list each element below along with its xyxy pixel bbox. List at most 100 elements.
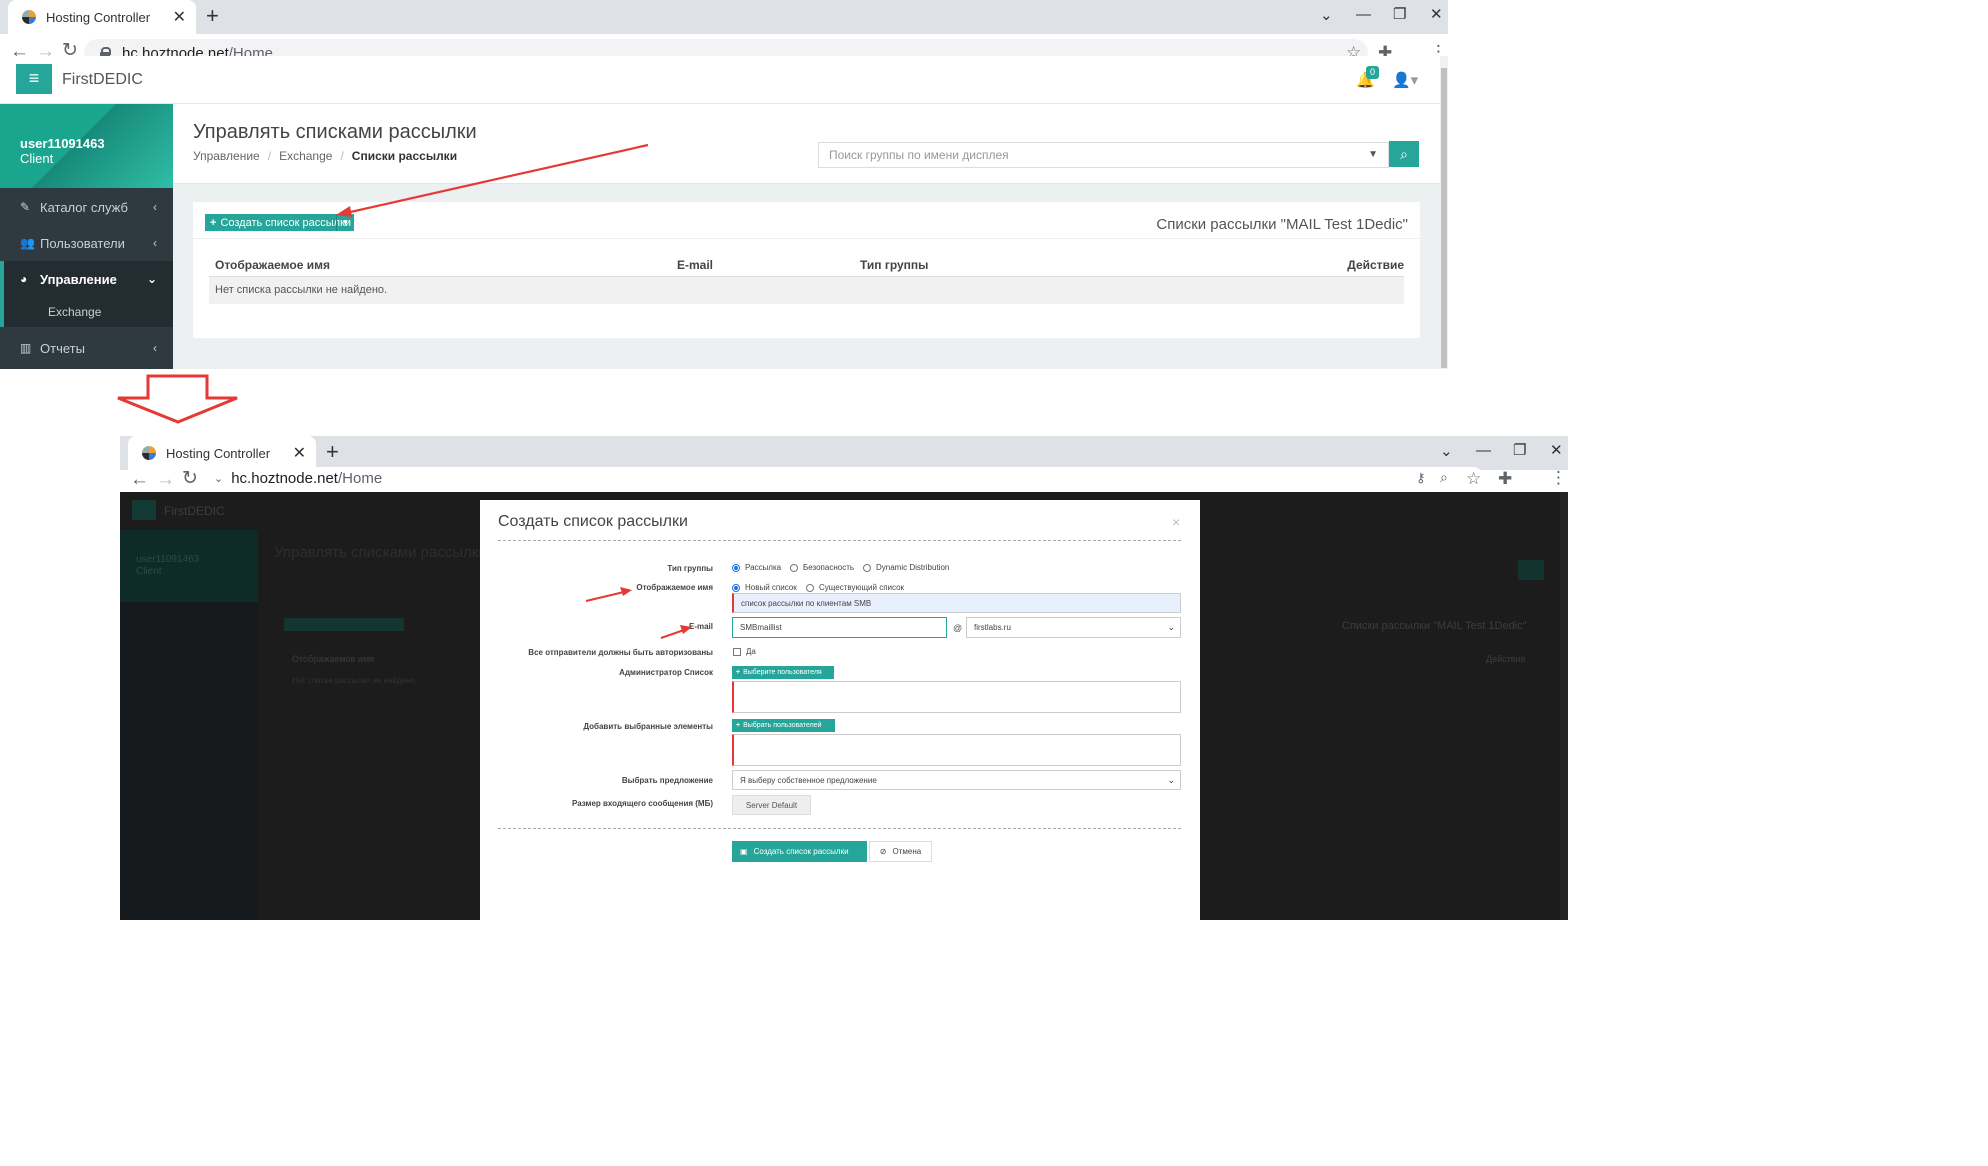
close-window-icon[interactable]: ✕ [1550, 441, 1563, 459]
dimmed-create-button [284, 618, 404, 631]
breadcrumb-item[interactable]: Exchange [279, 149, 332, 163]
url-field[interactable]: ⌄ hc.hoztnode.net/Home [204, 467, 1484, 489]
admin-list-box[interactable] [732, 681, 1181, 713]
zoom-icon[interactable]: ⌕ [1440, 470, 1448, 484]
restore-icon[interactable]: ❐ [1513, 441, 1526, 459]
browser-tab[interactable]: Hosting Controller ✕ [128, 436, 316, 470]
star-icon[interactable]: ☆ [1466, 470, 1481, 487]
hamburger-icon[interactable]: ≡ [16, 64, 52, 94]
breadcrumb-item[interactable]: Управление [193, 149, 260, 163]
sidebar-item-reports[interactable]: ▥ Отчеты ‹ [0, 330, 173, 366]
radio-existing-list[interactable]: Существующий список [806, 583, 904, 592]
close-window-icon[interactable]: ✕ [1430, 5, 1443, 23]
sidebar-item-catalog[interactable]: ✎ Каталог служб ‹ [0, 189, 173, 225]
close-tab-icon[interactable]: ✕ [173, 7, 186, 27]
dimmed-user-name: user11091463 [136, 554, 200, 565]
size-value: Server Default [745, 800, 798, 810]
user-role: Client [20, 151, 54, 166]
create-list-button[interactable]: + Создать список рассылки ▼ [205, 214, 354, 231]
close-icon[interactable]: × [1172, 514, 1180, 530]
modal-title: Создать список рассылки [498, 513, 688, 530]
sidebar-item-management[interactable]: ◕ Управление ⌄ [0, 261, 173, 297]
radio-dynamic[interactable]: Dynamic Distribution [863, 563, 949, 572]
search-button[interactable]: ⌕ [1389, 141, 1419, 167]
submit-create-button[interactable]: ▣ Создать список рассылки [732, 841, 867, 862]
reload-icon[interactable]: ↻ [182, 469, 198, 488]
domain-select[interactable]: firstlabs.ru ⌄ [966, 617, 1181, 638]
select-admin-label: Выберите пользователя [743, 669, 822, 676]
divider [498, 540, 1181, 541]
user-menu-icon[interactable]: 👤▾ [1392, 71, 1418, 89]
members-list-box[interactable] [732, 734, 1181, 766]
size-label: Размер входящего сообщения (МБ) [571, 799, 713, 808]
sidebar-subitem-label: Exchange [48, 305, 102, 319]
plus-icon: + [210, 216, 217, 229]
sidebar-item-label: Отчеты [40, 340, 85, 356]
bar-chart-icon: ▥ [20, 341, 32, 355]
radio-label: Новый список [745, 583, 797, 592]
chevron-down-icon[interactable]: ⌄ [1320, 6, 1333, 24]
tab-bar: Hosting Controller ✕ + ⌄ — ❐ ✕ [0, 0, 1448, 34]
radio-distribution[interactable]: Рассылка [732, 563, 781, 572]
chevron-down-icon: ⌄ [214, 472, 224, 485]
page-header: Управлять списками рассылки Управление / E… [173, 104, 1440, 184]
search-placeholder: Поиск группы по имени дисплея [829, 148, 1009, 162]
select-members-label: Выбрать пользователей [743, 722, 822, 729]
ban-icon: ⊘ [879, 847, 887, 856]
scrollbar-thumb[interactable] [1441, 68, 1447, 368]
size-default-field[interactable]: Server Default [732, 795, 811, 815]
radio-label: Безопасность [803, 563, 855, 572]
domain-value: firstlabs.ru [974, 623, 1011, 632]
radio-security[interactable]: Безопасность [790, 563, 854, 572]
email-label: E-mail [688, 622, 713, 631]
sidebar: user11091463 Client ✎ Каталог служб ‹ 👥 … [0, 104, 173, 369]
sidebar-item-label: Пользователи [40, 235, 125, 251]
minimize-icon[interactable]: — [1356, 6, 1371, 23]
key-icon[interactable]: ⚷ [1416, 471, 1426, 484]
dropdown-caret-icon[interactable]: ▼ [1368, 143, 1378, 167]
close-tab-icon[interactable]: ✕ [293, 443, 306, 463]
new-tab-icon[interactable]: + [206, 5, 219, 27]
menu-icon[interactable]: ⋮ [1550, 469, 1567, 486]
group-search-input[interactable]: Поиск группы по имени дисплея ▼ [818, 142, 1389, 168]
sidebar-subitem-exchange[interactable]: Exchange [0, 297, 173, 327]
dimmed-empty: Нет списка рассылки не найдено. [292, 676, 418, 685]
restore-icon[interactable]: ❐ [1393, 5, 1406, 23]
hamburger-icon [132, 500, 156, 520]
back-icon[interactable]: ← [130, 470, 149, 489]
offer-select[interactable]: Я выберу собственное предложение ⌄ [732, 770, 1181, 790]
chevron-left-icon: ‹ [153, 200, 157, 214]
email-input[interactable]: SMBmaillist [732, 617, 947, 638]
user-panel: user11091463 Client [0, 104, 173, 188]
address-bar: ← → ↻ ⌄ hc.hoztnode.net/Home ⚷ ⌕ ☆ ✚ ⋮ [120, 467, 1568, 492]
sidebar-item-users[interactable]: 👥 Пользователи ‹ [0, 225, 173, 261]
dimmed-title: Управлять списками рассылки [274, 544, 487, 561]
select-members-button[interactable]: + Выбрать пользователей [732, 719, 835, 732]
users-icon: 👥 [20, 236, 35, 250]
scrollbar[interactable] [1440, 56, 1448, 369]
auth-checkbox[interactable] [733, 648, 741, 656]
radio-new-list[interactable]: Новый список [732, 583, 797, 592]
panel-title: Списки рассылки "MAIL Test 1Dedic" [1156, 216, 1408, 233]
browser-tab[interactable]: Hosting Controller ✕ [8, 0, 196, 34]
main-content: Управлять списками рассылки Управление / E… [173, 104, 1440, 369]
forward-icon[interactable]: → [156, 470, 175, 489]
dimmed-sidebar: user11091463 Client [120, 530, 258, 920]
chevron-down-icon[interactable]: ⌄ [1440, 442, 1453, 460]
admin-label: Администратор Список [619, 668, 713, 677]
favicon-icon [142, 446, 156, 460]
chevron-left-icon: ‹ [153, 236, 157, 250]
cancel-button[interactable]: ⊘ Отмена [869, 841, 932, 862]
extensions-icon[interactable]: ✚ [1498, 470, 1512, 487]
display-name-value: список рассылки по клиентам SMB [741, 598, 872, 608]
divider [498, 828, 1181, 829]
select-admin-button[interactable]: + Выберите пользователя [732, 666, 834, 679]
auth-label: Все отправители должны быть авторизованы [528, 648, 713, 657]
wrench-icon: ✎ [20, 200, 31, 214]
radio-label: Dynamic Distribution [876, 563, 950, 572]
new-tab-icon[interactable]: + [326, 441, 339, 463]
url-host: hc.hoztnode.net [231, 469, 338, 487]
caret-down-icon[interactable]: ▼ [336, 214, 354, 231]
display-name-input[interactable]: список рассылки по клиентам SMB [732, 593, 1181, 613]
minimize-icon[interactable]: — [1476, 442, 1491, 459]
